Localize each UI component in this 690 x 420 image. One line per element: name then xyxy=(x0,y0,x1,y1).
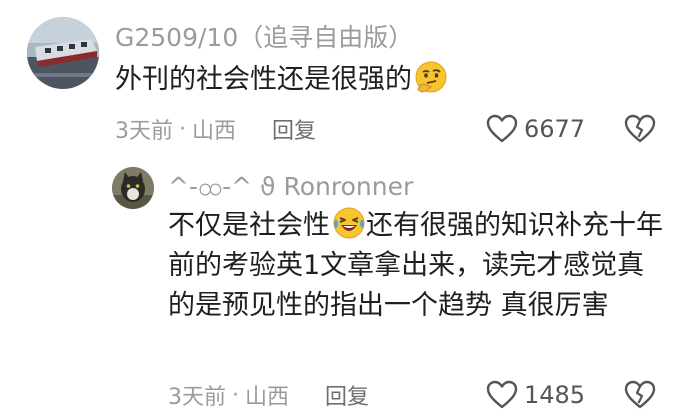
reply-comment-location: 山西 xyxy=(245,385,290,410)
avatar-reply-commenter[interactable] xyxy=(112,167,154,209)
heart-outline-icon[interactable] xyxy=(486,380,518,410)
main-comment-username[interactable]: G2509/10（追寻自由版） xyxy=(115,23,413,53)
avatar-main-commenter[interactable] xyxy=(27,17,99,89)
main-comment-meta: 3天前 · 山西 回复 xyxy=(115,113,316,145)
thinking-face-emoji-icon xyxy=(414,60,448,94)
broken-heart-outline-icon[interactable] xyxy=(624,114,656,144)
heart-outline-icon[interactable] xyxy=(486,114,518,144)
reply-comment-separator: · xyxy=(232,382,239,408)
laughing-crying-face-emoji-icon xyxy=(332,206,366,240)
main-comment-text-body: 外刊的社会性还是很强的 xyxy=(115,64,412,95)
comments-page: G2509/10（追寻自由版） 外刊的社会性还是很强的 3天前 · 山西 回复 … xyxy=(0,0,690,420)
main-comment-location: 山西 xyxy=(192,119,237,144)
reply-comment-like-count: 1485 xyxy=(524,381,586,409)
main-comment-text: 外刊的社会性还是很强的 xyxy=(115,60,448,100)
reply-comment-reply-button[interactable]: 回复 xyxy=(325,379,369,411)
main-comment-like-count: 6677 xyxy=(524,115,586,143)
broken-heart-outline-icon[interactable] xyxy=(624,380,656,410)
reply-comment-meta: 3天前 · 山西 回复 xyxy=(168,379,369,411)
reply-comment-text-part1: 不仅是社会性 xyxy=(168,210,330,241)
main-comment-reply-button[interactable]: 回复 xyxy=(272,113,316,145)
main-comment-time: 3天前 xyxy=(115,119,173,144)
reply-comment-like-group[interactable]: 1485 xyxy=(486,378,585,412)
main-comment-like-group[interactable]: 6677 xyxy=(486,112,585,146)
reply-comment-time: 3天前 xyxy=(168,385,226,410)
reply-comment-username[interactable]: ^-ထ-^ ϑ Ronronner xyxy=(168,172,413,202)
cat-photo-avatar-image xyxy=(112,167,154,209)
main-comment-separator: · xyxy=(179,116,186,142)
reply-comment-text: 不仅是社会性 还有很强的知识补充十年前的考验英1文章拿出来，读完才感觉真的是预见… xyxy=(168,206,668,326)
train-photo-avatar-image xyxy=(27,17,99,89)
